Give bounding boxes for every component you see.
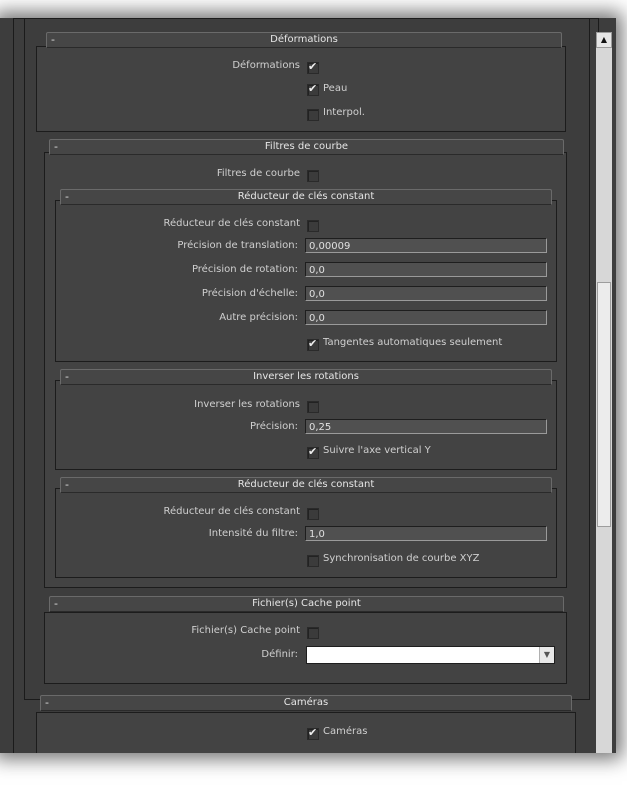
checkmark-icon: ✔ [308, 82, 318, 95]
filtres-title: Filtres de courbe [264, 141, 349, 152]
reducteur2-checkbox[interactable] [307, 508, 319, 520]
collapse-icon[interactable]: - [51, 33, 55, 47]
reducteur1-title: Réducteur de clés constant [237, 191, 375, 202]
deformations-checkbox[interactable]: ✔ [307, 60, 319, 74]
checkmark-icon: ✔ [308, 60, 318, 73]
cache-rollout-header[interactable]: - Fichier(s) Cache point [49, 596, 564, 612]
definir-dropdown[interactable]: ▼ [306, 646, 555, 664]
deformations-label: Déformations [232, 60, 300, 71]
translation-input[interactable]: 0,00009 [305, 238, 547, 253]
filtres-rollout-header[interactable]: - Filtres de courbe [49, 139, 564, 155]
filtres-checkbox[interactable] [307, 170, 319, 182]
checkmark-icon: ✔ [308, 337, 318, 350]
cache-label: Fichier(s) Cache point [191, 625, 300, 636]
echelle-label: Précision d'échelle: [201, 288, 298, 299]
interpol-checkbox[interactable] [307, 109, 319, 121]
scrollbar-thumb[interactable] [597, 282, 611, 527]
deformations-rollout-header[interactable]: - Déformations [46, 32, 562, 48]
sync-checkbox[interactable] [307, 555, 319, 567]
echelle-input[interactable]: 0,0 [305, 286, 547, 301]
cameras-checkbox[interactable]: ✔ [307, 726, 319, 740]
collapse-icon[interactable]: - [54, 140, 58, 154]
tangentes-checkbox[interactable]: ✔ [307, 337, 319, 351]
reducteur2-label: Réducteur de clés constant [163, 506, 300, 517]
collapse-icon[interactable]: - [65, 478, 69, 492]
reducteur1-label: Réducteur de clés constant [163, 218, 300, 229]
suivre-checkbox[interactable]: ✔ [307, 445, 319, 459]
reducteur2-title: Réducteur de clés constant [237, 479, 375, 490]
autre-label: Autre précision: [219, 312, 298, 323]
collapse-icon[interactable]: - [65, 190, 69, 204]
cameras-title: Caméras [283, 697, 329, 708]
peau-checkbox[interactable]: ✔ [307, 82, 319, 96]
cache-title: Fichier(s) Cache point [252, 598, 361, 609]
cameras-label: Caméras [323, 726, 368, 737]
deformations-title: Déformations [270, 34, 338, 45]
inverser-rollout-header[interactable]: - Inverser les rotations [60, 369, 552, 385]
checkmark-icon: ✔ [308, 445, 318, 458]
rotation-input[interactable]: 0,0 [305, 262, 547, 277]
precision-label: Précision: [250, 421, 298, 432]
checkmark-icon: ✔ [308, 726, 318, 739]
intensite-label: Intensité du filtre: [208, 528, 298, 539]
sync-label: Synchronisation de courbe XYZ [323, 553, 480, 564]
suivre-label: Suivre l'axe vertical Y [323, 445, 431, 456]
cameras-group [36, 712, 576, 753]
collapse-icon[interactable]: - [45, 696, 49, 710]
interpol-label: Interpol. [323, 107, 365, 118]
cache-checkbox[interactable] [307, 627, 319, 639]
peau-label: Peau [323, 83, 348, 94]
export-options-panel: - Déformations Déformations ✔ ✔ Peau Int… [0, 18, 616, 753]
collapse-icon[interactable]: - [54, 597, 58, 611]
inverser-checkbox[interactable] [307, 401, 319, 413]
chevron-down-icon[interactable]: ▼ [539, 647, 554, 663]
definir-label: Définir: [261, 649, 298, 660]
precision-input[interactable]: 0,25 [305, 419, 547, 434]
scroll-up-arrow-icon[interactable]: ▲ [596, 32, 612, 48]
autre-input[interactable]: 0,0 [305, 310, 547, 325]
intensite-input[interactable]: 1,0 [305, 526, 547, 541]
cameras-rollout-header[interactable]: - Caméras [40, 695, 572, 711]
inverser-title: Inverser les rotations [253, 371, 359, 382]
filtres-label: Filtres de courbe [216, 168, 300, 179]
inverser-label: Inverser les rotations [194, 399, 300, 410]
reducteur2-rollout-header[interactable]: - Réducteur de clés constant [60, 477, 552, 493]
translation-label: Précision de translation: [177, 240, 298, 251]
deformations-group [36, 46, 566, 132]
reducteur1-rollout-header[interactable]: - Réducteur de clés constant [60, 189, 552, 205]
tangentes-label: Tangentes automatiques seulement [323, 337, 503, 348]
rotation-label: Précision de rotation: [191, 264, 298, 275]
vertical-scrollbar[interactable]: ▲ [596, 32, 612, 753]
collapse-icon[interactable]: - [65, 370, 69, 384]
reducteur1-checkbox[interactable] [307, 220, 319, 232]
